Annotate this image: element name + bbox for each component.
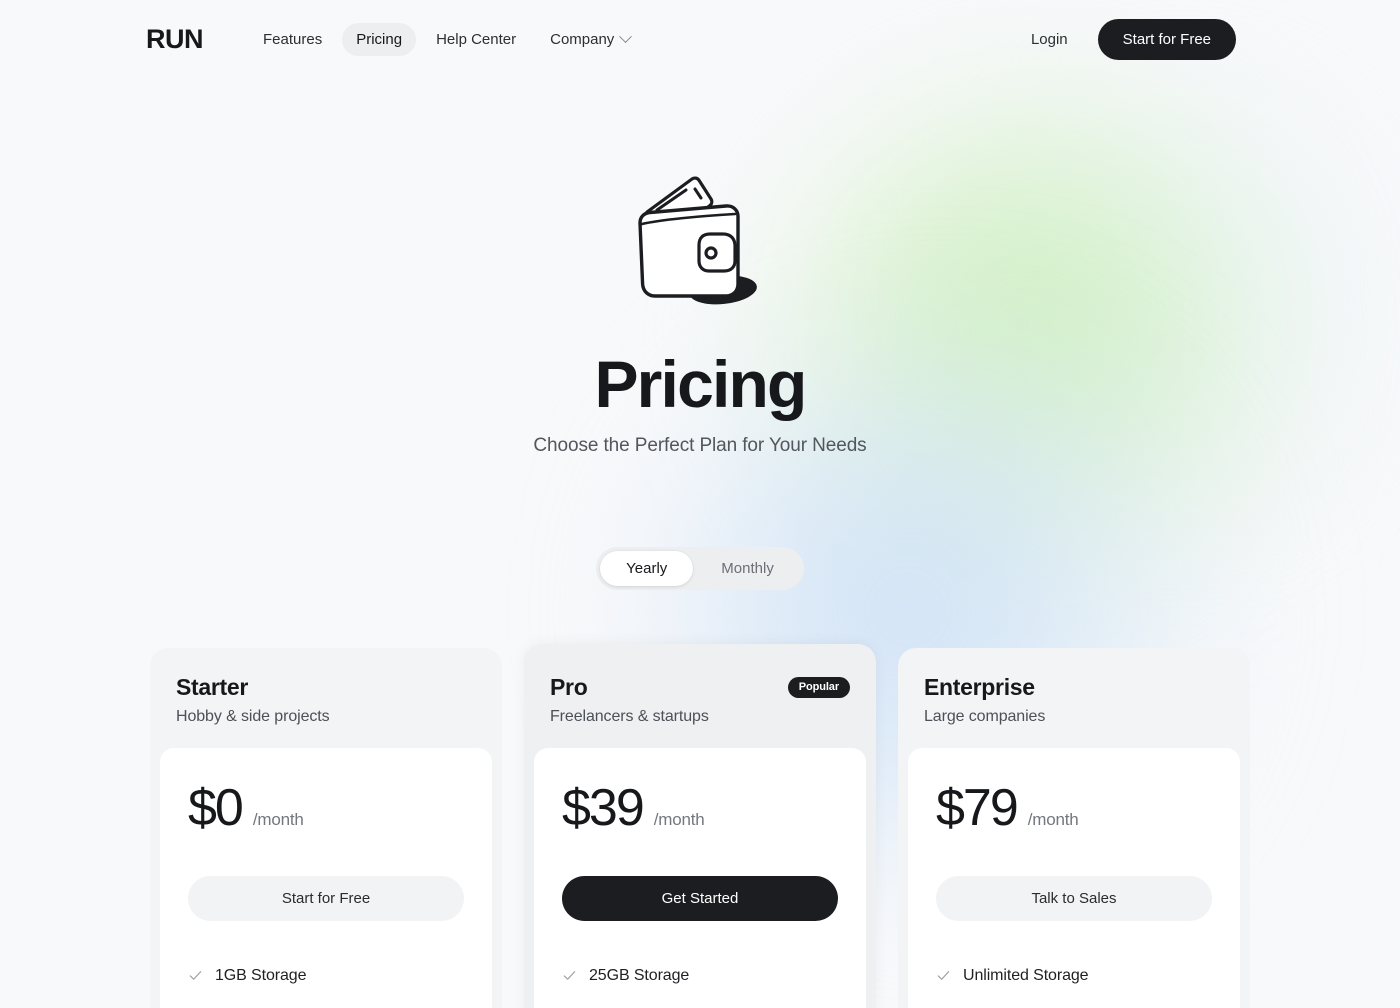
main-navigation: Features Pricing Help Center Company (249, 22, 644, 56)
feature-item: Unlimited Storage (936, 967, 1212, 985)
feature-list: 1GB Storage (188, 967, 464, 985)
card-body: $39 /month Get Started 25GB Storage (534, 747, 866, 1008)
wallet-illustration (0, 166, 1400, 316)
nav-item-company[interactable]: Company (536, 23, 644, 56)
pricing-card-enterprise: Enterprise Large companies $79 /month Ta… (898, 648, 1250, 1008)
site-header: RUN Features Pricing Help Center Company… (0, 0, 1400, 78)
nav-item-pricing[interactable]: Pricing (342, 22, 417, 56)
plan-description: Freelancers & startups (550, 707, 709, 725)
feature-list: 25GB Storage (562, 967, 838, 985)
check-icon (937, 971, 950, 981)
card-header: Pro Popular Freelancers & startups (524, 674, 876, 747)
login-link[interactable]: Login (1031, 32, 1068, 47)
check-icon (189, 971, 202, 981)
page-title: Pricing (594, 347, 807, 421)
card-title-row: Starter (176, 674, 476, 700)
check-icon (563, 971, 576, 981)
plan-cta-button-enterprise[interactable]: Talk to Sales (936, 875, 1212, 921)
card-body: $79 /month Talk to Sales Unlimited Stora… (908, 747, 1240, 1008)
plan-period: /month (1027, 809, 1079, 829)
plan-price: $79 (936, 778, 1019, 837)
card-title-row: Pro Popular (550, 674, 850, 700)
plan-name: Enterprise (924, 674, 1035, 701)
feature-item: 1GB Storage (188, 967, 464, 985)
start-for-free-button[interactable]: Start for Free (1097, 18, 1236, 60)
plan-cta-button-starter[interactable]: Start for Free (188, 875, 464, 921)
plan-cta-button-pro[interactable]: Get Started (562, 875, 838, 921)
price-row: $0 /month (188, 782, 464, 834)
pricing-page: RUN Features Pricing Help Center Company… (0, 0, 1400, 1008)
plan-name: Pro (550, 674, 588, 701)
plan-description: Large companies (924, 707, 1046, 725)
plan-price: $0 (188, 778, 244, 837)
hero-section: Pricing Choose the Perfect Plan for Your… (0, 78, 1400, 457)
header-actions: Login Start for Free (1031, 18, 1236, 60)
price-row: $79 /month (936, 782, 1212, 834)
feature-item: 25GB Storage (562, 967, 838, 985)
plan-period: /month (653, 809, 705, 829)
popular-badge: Popular (787, 677, 850, 699)
feature-label: 25GB Storage (589, 966, 690, 984)
nav-item-company-label: Company (550, 30, 615, 48)
billing-toggle-yearly[interactable]: Yearly (600, 551, 694, 587)
feature-label: 1GB Storage (215, 966, 307, 984)
card-title-row: Enterprise (924, 674, 1224, 700)
pricing-cards: Starter Hobby & side projects $0 /month … (0, 644, 1400, 1008)
nav-item-help-center[interactable]: Help Center (422, 23, 530, 56)
pricing-card-pro: Pro Popular Freelancers & startups $39 /… (524, 644, 876, 1008)
feature-list: Unlimited Storage (936, 967, 1212, 985)
plan-price: $39 (562, 778, 645, 837)
plan-period: /month (252, 809, 304, 829)
page-subtitle: Choose the Perfect Plan for Your Needs (533, 435, 867, 457)
card-header: Starter Hobby & side projects (150, 674, 502, 747)
brand-logo[interactable]: RUN (146, 25, 204, 53)
nav-item-features[interactable]: Features (249, 23, 336, 56)
card-body: $0 /month Start for Free 1GB Storage (160, 747, 492, 1008)
pricing-card-starter: Starter Hobby & side projects $0 /month … (150, 648, 502, 1008)
billing-toggle-monthly[interactable]: Monthly (695, 551, 800, 586)
chevron-down-icon (619, 29, 633, 43)
price-row: $39 /month (562, 782, 838, 834)
billing-toggle[interactable]: Yearly Monthly (596, 547, 804, 591)
card-header: Enterprise Large companies (898, 674, 1250, 747)
feature-label: Unlimited Storage (963, 966, 1089, 984)
billing-toggle-wrap: Yearly Monthly (0, 547, 1400, 591)
plan-name: Starter (176, 674, 249, 701)
plan-description: Hobby & side projects (176, 707, 330, 725)
